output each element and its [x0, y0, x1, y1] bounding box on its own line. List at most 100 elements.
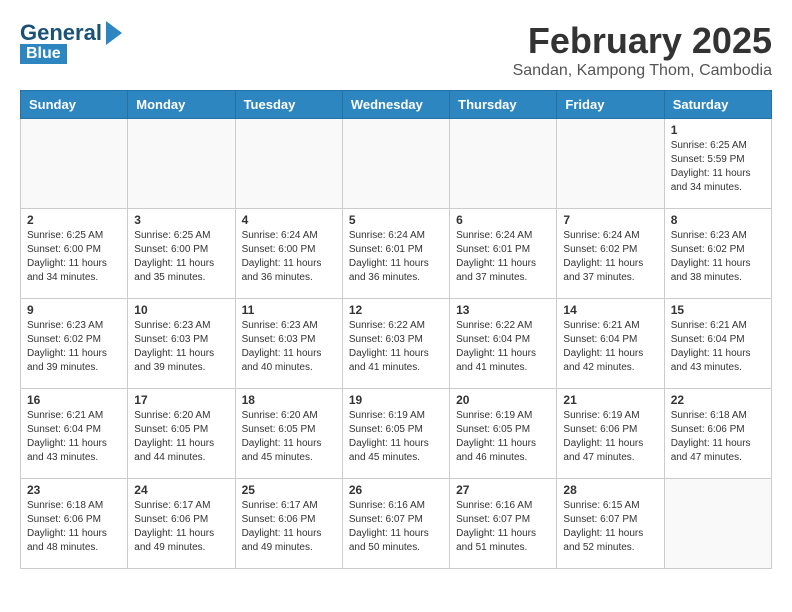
day-number: 23	[27, 483, 121, 497]
col-saturday: Saturday	[664, 91, 771, 119]
day-info: Sunrise: 6:24 AM Sunset: 6:02 PM Dayligh…	[563, 229, 657, 285]
table-row: 11 Sunrise: 6:23 AM Sunset: 6:03 PM Dayli…	[235, 299, 342, 389]
table-row: 28 Sunrise: 6:15 AM Sunset: 6:07 PM Dayli…	[557, 479, 664, 569]
day-number: 1	[671, 123, 765, 137]
col-friday: Friday	[557, 91, 664, 119]
table-row	[21, 119, 128, 209]
table-row: 12Sunrise: 6:22 AM Sunset: 6:03 PM Dayli…	[342, 299, 449, 389]
day-info: Sunrise: 6:24 AM Sunset: 6:01 PM Dayligh…	[456, 229, 550, 285]
day-info: Sunrise: 6:25 AM Sunset: 5:59 PM Dayligh…	[671, 139, 765, 195]
day-info: Sunrise: 6:16 AM Sunset: 6:07 PM Dayligh…	[349, 499, 443, 555]
day-number: 17	[134, 393, 228, 407]
calendar-week-row: 1 Sunrise: 6:25 AM Sunset: 5:59 PM Daylig…	[21, 119, 772, 209]
day-number: 26	[349, 483, 443, 497]
day-number: 8	[671, 213, 765, 227]
day-info: Sunrise: 6:25 AM Sunset: 6:00 PM Dayligh…	[134, 229, 228, 285]
day-info: Sunrise: 6:23 AM Sunset: 6:02 PM Dayligh…	[27, 319, 121, 375]
logo-arrow-icon	[106, 21, 122, 45]
table-row	[128, 119, 235, 209]
table-row: 17 Sunrise: 6:20 AM Sunset: 6:05 PM Dayli…	[128, 389, 235, 479]
table-row	[342, 119, 449, 209]
day-number: 12	[349, 303, 443, 317]
table-row: 19 Sunrise: 6:19 AM Sunset: 6:05 PM Dayli…	[342, 389, 449, 479]
header: General Blue February 2025 Sandan, Kampo…	[20, 20, 772, 80]
day-number: 7	[563, 213, 657, 227]
table-row: 20 Sunrise: 6:19 AM Sunset: 6:05 PM Dayli…	[450, 389, 557, 479]
day-info: Sunrise: 6:19 AM Sunset: 6:05 PM Dayligh…	[349, 409, 443, 465]
logo-general: General	[20, 20, 102, 46]
table-row: 9 Sunrise: 6:23 AM Sunset: 6:02 PM Daylig…	[21, 299, 128, 389]
day-number: 21	[563, 393, 657, 407]
table-row: 7 Sunrise: 6:24 AM Sunset: 6:02 PM Daylig…	[557, 209, 664, 299]
day-number: 14	[563, 303, 657, 317]
day-info: Sunrise: 6:22 AM Sunset: 6:04 PM Dayligh…	[456, 319, 550, 375]
day-info: Sunrise: 6:21 AM Sunset: 6:04 PM Dayligh…	[27, 409, 121, 465]
table-row	[450, 119, 557, 209]
table-row: 24 Sunrise: 6:17 AM Sunset: 6:06 PM Dayli…	[128, 479, 235, 569]
day-info: Sunrise: 6:23 AM Sunset: 6:03 PM Dayligh…	[242, 319, 336, 375]
col-thursday: Thursday	[450, 91, 557, 119]
calendar: Sunday Monday Tuesday Wednesday Thursday…	[20, 90, 772, 569]
day-number: 9	[27, 303, 121, 317]
logo-blue-text: Blue	[20, 44, 67, 64]
day-number: 4	[242, 213, 336, 227]
day-number: 18	[242, 393, 336, 407]
logo: General Blue	[20, 20, 122, 64]
day-number: 28	[563, 483, 657, 497]
table-row	[664, 479, 771, 569]
table-row: 14 Sunrise: 6:21 AM Sunset: 6:04 PM Dayli…	[557, 299, 664, 389]
day-number: 19	[349, 393, 443, 407]
day-info: Sunrise: 6:18 AM Sunset: 6:06 PM Dayligh…	[27, 499, 121, 555]
day-info: Sunrise: 6:20 AM Sunset: 6:05 PM Dayligh…	[134, 409, 228, 465]
day-info: Sunrise: 6:24 AM Sunset: 6:01 PM Dayligh…	[349, 229, 443, 285]
calendar-header-row: Sunday Monday Tuesday Wednesday Thursday…	[21, 91, 772, 119]
day-info: Sunrise: 6:16 AM Sunset: 6:07 PM Dayligh…	[456, 499, 550, 555]
day-number: 15	[671, 303, 765, 317]
day-number: 11	[242, 303, 336, 317]
table-row: 27 Sunrise: 6:16 AM Sunset: 6:07 PM Dayli…	[450, 479, 557, 569]
col-monday: Monday	[128, 91, 235, 119]
day-info: Sunrise: 6:20 AM Sunset: 6:05 PM Dayligh…	[242, 409, 336, 465]
day-number: 22	[671, 393, 765, 407]
col-sunday: Sunday	[21, 91, 128, 119]
month-title: February 2025	[513, 20, 772, 62]
day-info: Sunrise: 6:15 AM Sunset: 6:07 PM Dayligh…	[563, 499, 657, 555]
table-row: 8 Sunrise: 6:23 AM Sunset: 6:02 PM Daylig…	[664, 209, 771, 299]
table-row	[557, 119, 664, 209]
day-number: 27	[456, 483, 550, 497]
day-number: 20	[456, 393, 550, 407]
table-row: 4Sunrise: 6:24 AM Sunset: 6:00 PM Daylig…	[235, 209, 342, 299]
col-tuesday: Tuesday	[235, 91, 342, 119]
table-row: 10 Sunrise: 6:23 AM Sunset: 6:03 PM Dayli…	[128, 299, 235, 389]
day-info: Sunrise: 6:17 AM Sunset: 6:06 PM Dayligh…	[242, 499, 336, 555]
day-info: Sunrise: 6:21 AM Sunset: 6:04 PM Dayligh…	[671, 319, 765, 375]
table-row: 22 Sunrise: 6:18 AM Sunset: 6:06 PM Dayli…	[664, 389, 771, 479]
location-title: Sandan, Kampong Thom, Cambodia	[513, 62, 772, 80]
day-info: Sunrise: 6:19 AM Sunset: 6:05 PM Dayligh…	[456, 409, 550, 465]
day-number: 10	[134, 303, 228, 317]
table-row: 26 Sunrise: 6:16 AM Sunset: 6:07 PM Dayli…	[342, 479, 449, 569]
col-wednesday: Wednesday	[342, 91, 449, 119]
day-number: 6	[456, 213, 550, 227]
day-number: 5	[349, 213, 443, 227]
table-row: 1 Sunrise: 6:25 AM Sunset: 5:59 PM Daylig…	[664, 119, 771, 209]
table-row: 21 Sunrise: 6:19 AM Sunset: 6:06 PM Dayli…	[557, 389, 664, 479]
calendar-week-row: 2Sunrise: 6:25 AM Sunset: 6:00 PM Daylig…	[21, 209, 772, 299]
table-row: 13Sunrise: 6:22 AM Sunset: 6:04 PM Dayli…	[450, 299, 557, 389]
calendar-week-row: 23 Sunrise: 6:18 AM Sunset: 6:06 PM Dayli…	[21, 479, 772, 569]
day-info: Sunrise: 6:25 AM Sunset: 6:00 PM Dayligh…	[27, 229, 121, 285]
day-info: Sunrise: 6:17 AM Sunset: 6:06 PM Dayligh…	[134, 499, 228, 555]
day-info: Sunrise: 6:23 AM Sunset: 6:02 PM Dayligh…	[671, 229, 765, 285]
day-info: Sunrise: 6:18 AM Sunset: 6:06 PM Dayligh…	[671, 409, 765, 465]
day-number: 16	[27, 393, 121, 407]
table-row: 18 Sunrise: 6:20 AM Sunset: 6:05 PM Dayli…	[235, 389, 342, 479]
table-row: 5 Sunrise: 6:24 AM Sunset: 6:01 PM Daylig…	[342, 209, 449, 299]
calendar-week-row: 9 Sunrise: 6:23 AM Sunset: 6:02 PM Daylig…	[21, 299, 772, 389]
table-row	[235, 119, 342, 209]
table-row: 2Sunrise: 6:25 AM Sunset: 6:00 PM Daylig…	[21, 209, 128, 299]
table-row: 25Sunrise: 6:17 AM Sunset: 6:06 PM Dayli…	[235, 479, 342, 569]
day-number: 24	[134, 483, 228, 497]
day-info: Sunrise: 6:23 AM Sunset: 6:03 PM Dayligh…	[134, 319, 228, 375]
day-info: Sunrise: 6:19 AM Sunset: 6:06 PM Dayligh…	[563, 409, 657, 465]
day-info: Sunrise: 6:21 AM Sunset: 6:04 PM Dayligh…	[563, 319, 657, 375]
